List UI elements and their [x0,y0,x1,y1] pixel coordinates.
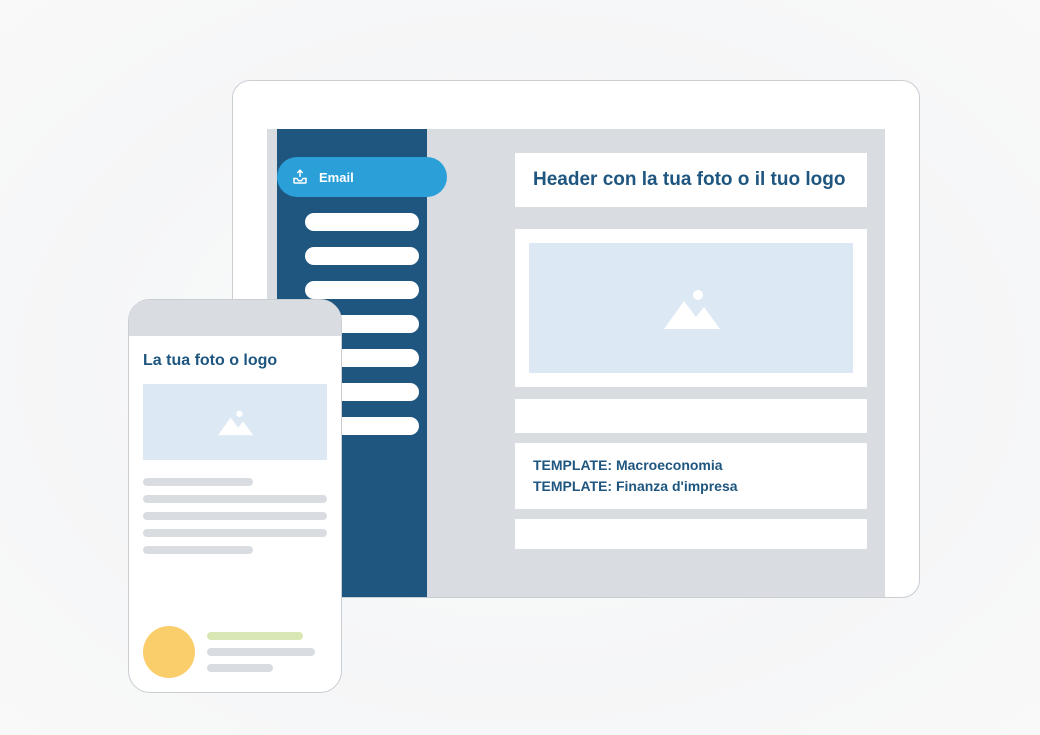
header-card[interactable]: Header con la tua foto o il tuo logo [515,153,867,207]
header-title: Header con la tua foto o il tuo logo [533,167,849,193]
email-outbox-icon [291,168,309,186]
phone-header-title: La tua foto o logo [143,352,327,370]
content-block[interactable] [515,399,867,433]
text-line [143,495,327,503]
image-icon [656,283,726,333]
text-line [143,546,253,554]
text-line-accent [207,632,303,640]
avatar[interactable] [143,626,195,678]
phone-text-block [143,478,327,554]
email-tab[interactable]: Email [277,157,447,197]
content-column: Header con la tua foto o il tuo logo [497,129,885,597]
template-card[interactable]: TEMPLATE: Macroeconomia TEMPLATE: Finanz… [515,443,867,509]
text-line [143,478,253,486]
phone-frame: La tua foto o logo [128,299,342,693]
image-placeholder [529,243,853,373]
desktop-viewport: Email Header con la tua foto o il tuo lo… [267,129,885,597]
phone-footer [143,626,327,678]
footer-text [207,632,327,672]
text-line [143,512,327,520]
text-line [207,648,315,656]
sidebar-item[interactable] [305,213,419,231]
text-line [143,529,327,537]
text-line [207,664,273,672]
image-icon [213,406,257,438]
sidebar-item[interactable] [305,281,419,299]
phone-header[interactable]: La tua foto o logo [129,336,341,384]
template-line: TEMPLATE: Finanza d'impresa [533,476,849,497]
phone-image-placeholder[interactable] [143,384,327,460]
email-tab-label: Email [319,170,354,185]
image-card[interactable] [515,229,867,387]
sidebar-item[interactable] [305,247,419,265]
content-block[interactable] [515,519,867,549]
template-line: TEMPLATE: Macroeconomia [533,455,849,476]
phone-status-bar [129,300,341,336]
